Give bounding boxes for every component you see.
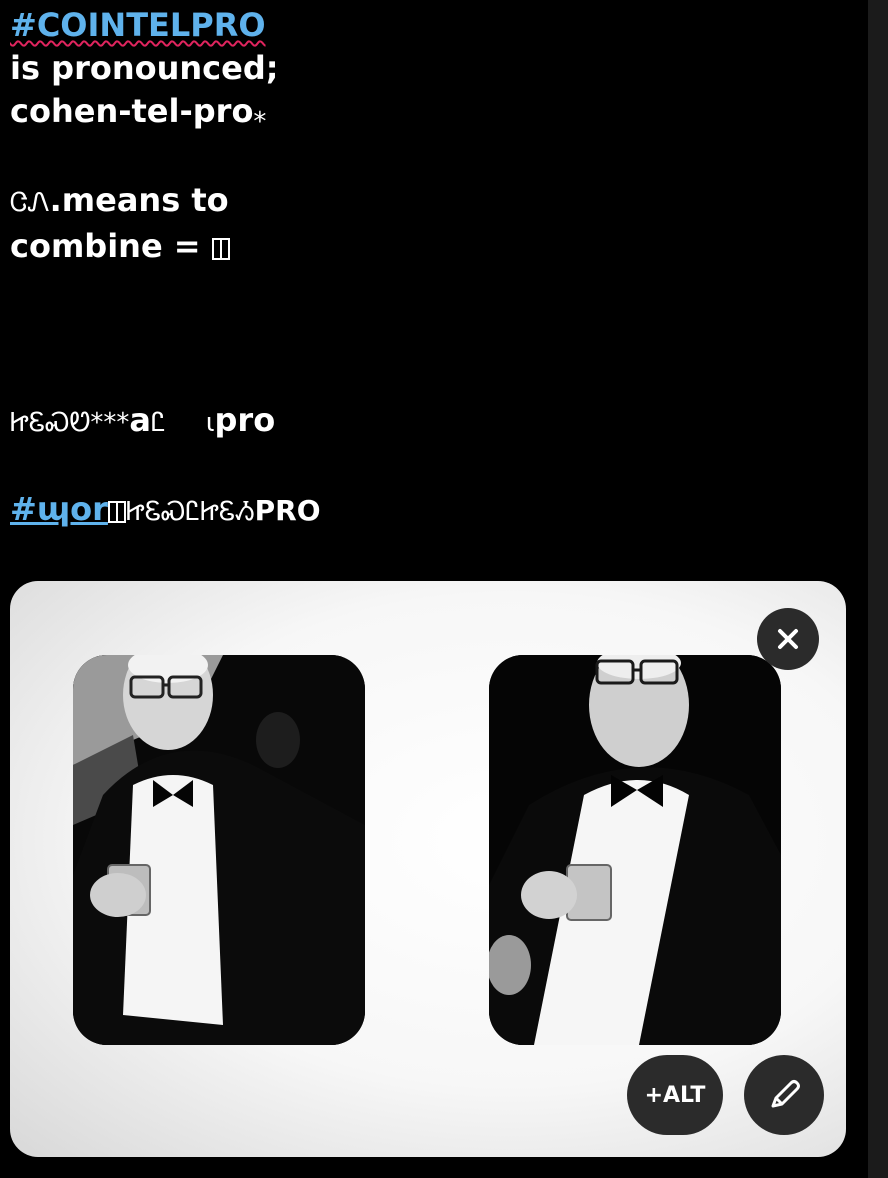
text-line-4: ᏣᏁ.means to	[10, 181, 229, 219]
text-line-1: #COINTELPRO	[10, 4, 850, 47]
edit-media-button[interactable]	[744, 1055, 824, 1135]
add-alt-text-button[interactable]: +ALT	[627, 1055, 723, 1135]
compose-text-area[interactable]: #COINTELPRO is pronounced; cohen-tel-pro…	[10, 4, 850, 534]
scrollbar-track[interactable]	[868, 0, 888, 1178]
media-attachment-card: +ALT	[10, 581, 846, 1157]
attached-photo-2[interactable]	[489, 655, 781, 1045]
pencil-icon	[771, 1080, 800, 1108]
text-line-7: #ɰor ᏥᏋᏍᏝᏥᏋᏱPRO	[10, 490, 321, 528]
text-line-3: cohen-tel-pro⁎	[10, 92, 267, 130]
photo-image	[489, 655, 781, 1045]
hashtag-wor[interactable]: #ɰor	[10, 490, 108, 528]
missing-glyph-box	[107, 501, 126, 523]
text-line-5: combine =	[10, 225, 850, 268]
text-line-6: ᏥᏋᏍᏬ***aᏝ ɩpro	[10, 401, 276, 439]
text-line-2: is pronounced;	[10, 49, 279, 87]
photo-image	[73, 655, 365, 1045]
close-icon	[778, 629, 798, 649]
remove-media-button[interactable]	[757, 608, 819, 670]
attached-photo-1[interactable]	[73, 655, 365, 1045]
missing-glyph-box	[211, 238, 230, 260]
hashtag-cointelpro[interactable]: #COINTELPRO	[10, 6, 266, 44]
